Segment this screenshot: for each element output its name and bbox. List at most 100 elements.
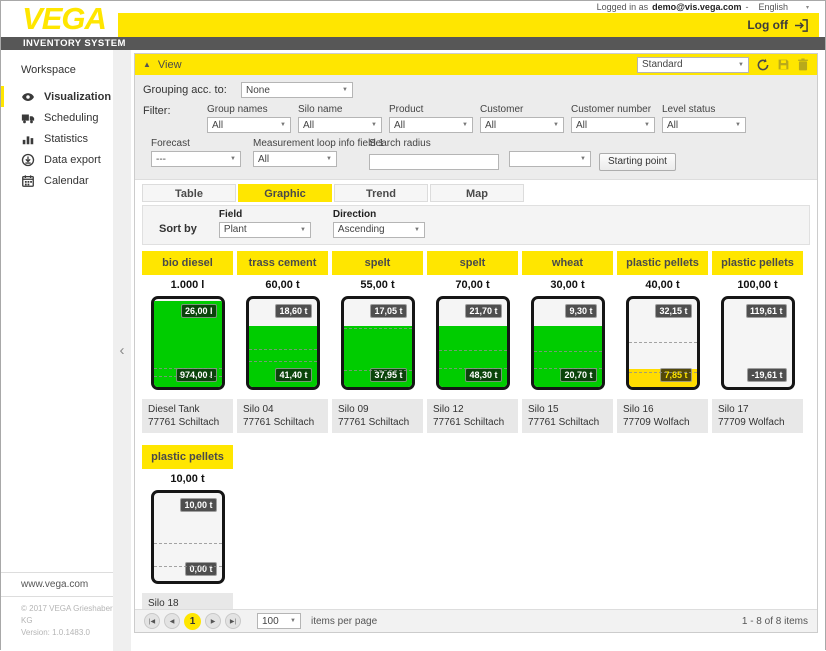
starting-point-button[interactable]: Starting point xyxy=(599,153,676,171)
silo-location: 77709 Wolfach xyxy=(623,416,702,430)
silo-tank[interactable]: 17,05 t 37,95 t xyxy=(332,296,423,390)
silo-footer: Diesel Tank 77761 Schiltach xyxy=(142,399,233,433)
tank-body: 10,00 t 0,00 t xyxy=(151,490,225,584)
language-selector[interactable]: English xyxy=(758,2,788,12)
chevron-down-icon[interactable]: ▾ xyxy=(806,4,809,11)
silo-name: Silo 12 xyxy=(433,403,512,417)
sidebar-item-statistics[interactable]: Statistics xyxy=(1,128,113,149)
sidebar-item-visualization[interactable]: Visualization xyxy=(1,86,113,107)
silo-card: plastic pellets 100,00 t 119,61 t -19,61… xyxy=(712,251,803,433)
threshold-line xyxy=(344,370,412,371)
silo-tank[interactable]: 32,15 t 7,85 t xyxy=(617,296,708,390)
silo-tank[interactable]: 26,00 l 974,00 l xyxy=(142,296,233,390)
view-title: View xyxy=(158,59,182,71)
separator: - xyxy=(745,2,748,12)
grouping-select[interactable]: None▼ xyxy=(241,82,353,98)
sort-direction-value: Ascending xyxy=(338,224,385,235)
sort-field-select[interactable]: Plant▼ xyxy=(219,222,311,238)
threshold-line xyxy=(534,351,602,352)
chevron-down-icon: ▼ xyxy=(553,122,559,128)
sidebar-item-data-export[interactable]: Data export xyxy=(1,149,113,170)
filter-select-value: All xyxy=(485,120,496,131)
sidebar-item-scheduling[interactable]: Scheduling xyxy=(1,107,113,128)
filter-select[interactable]: All▼ xyxy=(207,117,291,133)
view-preset-select[interactable]: Standard▼ xyxy=(637,57,749,73)
vega-website-link[interactable]: www.vega.com xyxy=(1,572,113,597)
copyright-text: © 2017 VEGA Grieshaber KG xyxy=(21,603,113,627)
tab-table[interactable]: Table xyxy=(142,184,236,202)
download-icon xyxy=(21,153,35,167)
filter-column-label: Group names xyxy=(207,104,297,115)
silo-tank[interactable]: 21,70 t 48,30 t xyxy=(427,296,518,390)
silo-footer: Silo 16 77709 Wolfach xyxy=(617,399,708,433)
filter-select[interactable]: All▼ xyxy=(571,117,655,133)
silo-footer: Silo 09 77761 Schiltach xyxy=(332,399,423,433)
search-radius-input[interactable] xyxy=(369,154,499,170)
silo-footer: Silo 18 77709 Wolfach xyxy=(142,593,233,610)
measurement-loop-select[interactable]: All▼ xyxy=(253,151,337,167)
sidebar-item-calendar[interactable]: Calendar xyxy=(1,170,113,191)
silo-product-header: plastic pellets xyxy=(142,445,233,469)
silo-card: plastic pellets 10,00 t 10,00 t 0,00 t S… xyxy=(142,445,233,610)
forecast-select[interactable]: ---▼ xyxy=(151,151,241,167)
threshold-line xyxy=(154,543,222,544)
silo-location: 77709 Wolfach xyxy=(718,416,797,430)
tab-trend[interactable]: Trend xyxy=(334,184,428,202)
silo-footer: Silo 04 77761 Schiltach xyxy=(237,399,328,433)
first-page-button[interactable]: |◀ xyxy=(144,613,160,629)
filter-select[interactable]: All▼ xyxy=(389,117,473,133)
tank-free-space-label: 21,70 t xyxy=(465,304,501,318)
next-page-button[interactable]: ▶ xyxy=(205,613,221,629)
threshold-line xyxy=(439,350,507,351)
items-per-page-label: items per page xyxy=(311,616,377,627)
silo-tank[interactable]: 9,30 t 20,70 t xyxy=(522,296,613,390)
silo-product-header: plastic pellets xyxy=(712,251,803,275)
pagination-bar: |◀ ◀ 1 ▶ ▶| 100▼ items per page 1 - 8 of… xyxy=(135,609,817,632)
tank-body: 21,70 t 48,30 t xyxy=(436,296,510,390)
vega-logo[interactable]: VEGA xyxy=(11,1,117,37)
collapse-sidebar-chevron-icon[interactable]: ‹ xyxy=(120,342,125,359)
sort-field-label: Field xyxy=(219,209,311,220)
silo-footer: Silo 17 77709 Wolfach xyxy=(712,399,803,433)
filter-select[interactable]: All▼ xyxy=(662,117,746,133)
silo-tank[interactable]: 119,61 t -19,61 t xyxy=(712,296,803,390)
silo-tank[interactable]: 10,00 t 0,00 t xyxy=(142,490,233,584)
radius-unit-select[interactable]: ▼ xyxy=(509,151,591,167)
sort-field-value: Plant xyxy=(224,224,247,235)
last-page-button[interactable]: ▶| xyxy=(225,613,241,629)
vega-logo-text: VEGA xyxy=(22,1,106,37)
threshold-line xyxy=(249,349,317,350)
refresh-button[interactable] xyxy=(756,58,770,72)
tab-map[interactable]: Map xyxy=(430,184,524,202)
filter-select[interactable]: All ▼ xyxy=(480,117,564,133)
sidebar-item-label: Calendar xyxy=(44,175,89,187)
log-off-button[interactable]: Log off xyxy=(747,18,809,32)
chevron-down-icon: ▼ xyxy=(280,122,286,128)
sort-by-label: Sort by xyxy=(159,223,197,238)
save-view-button[interactable] xyxy=(777,58,790,71)
save-icon xyxy=(777,58,790,71)
tank-body: 18,60 t 41,40 t xyxy=(246,296,320,390)
current-page-button[interactable]: 1 xyxy=(184,613,201,630)
filter-column-label: Customer number xyxy=(571,104,661,115)
sort-direction-select[interactable]: Ascending▼ xyxy=(333,222,425,238)
silo-name: Silo 09 xyxy=(338,403,417,417)
delete-view-button[interactable] xyxy=(797,58,809,71)
page-size-select[interactable]: 100▼ xyxy=(257,613,301,629)
refresh-icon xyxy=(756,58,770,72)
silo-card: spelt 70,00 t 21,70 t 48,30 t Silo 12 77… xyxy=(427,251,518,433)
chevron-down-icon: ▼ xyxy=(738,62,744,68)
previous-page-button[interactable]: ◀ xyxy=(164,613,180,629)
tab-graphic[interactable]: Graphic xyxy=(238,184,332,202)
collapse-view-icon[interactable]: ▲ xyxy=(143,60,151,69)
filter-select[interactable]: All▼ xyxy=(298,117,382,133)
chevron-down-icon: ▼ xyxy=(371,122,377,128)
tank-body: 119,61 t -19,61 t xyxy=(721,296,795,390)
logged-in-label: Logged in as xyxy=(597,2,649,12)
silo-product-header: spelt xyxy=(332,251,423,275)
silo-card: wheat 30,00 t 9,30 t 20,70 t Silo 15 777… xyxy=(522,251,613,433)
threshold-line xyxy=(629,372,697,373)
silo-tank[interactable]: 18,60 t 41,40 t xyxy=(237,296,328,390)
threshold-line xyxy=(629,342,697,343)
tank-free-space-label: 119,61 t xyxy=(746,304,787,318)
